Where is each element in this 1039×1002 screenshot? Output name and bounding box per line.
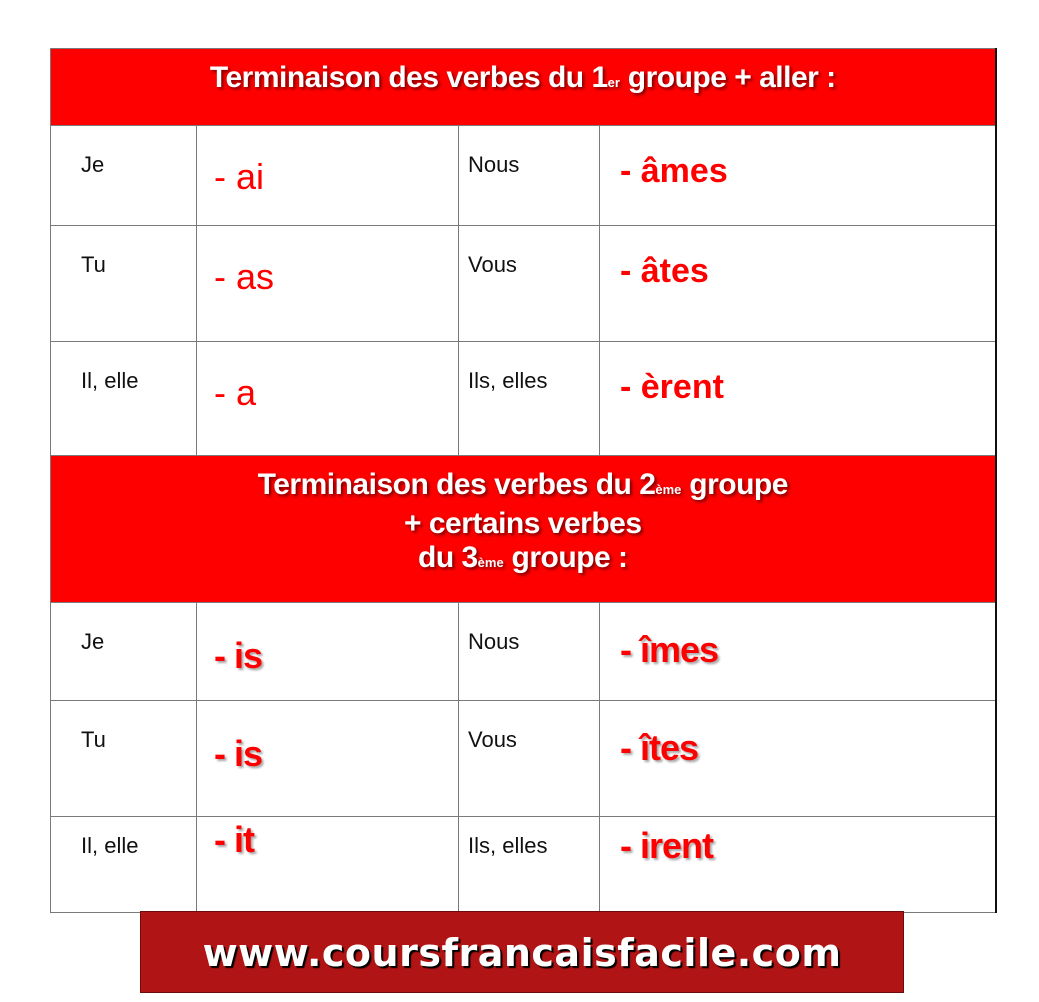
section2-line3-post: groupe : bbox=[503, 541, 628, 574]
section2-header: Terminaison des verbes du 2ème groupe + … bbox=[49, 455, 997, 603]
pronoun-cell: Tu bbox=[50, 225, 197, 342]
pronoun-label: Je bbox=[81, 152, 105, 177]
pronoun-label: Il, elle bbox=[81, 833, 139, 858]
section1-header: Terminaison des verbes du 1er groupe + a… bbox=[49, 48, 997, 126]
table-row: Je - is Nous - îmes bbox=[50, 602, 997, 701]
section2-title-line3: du 3ème groupe : bbox=[51, 541, 995, 580]
table-row: Je - ai Nous - âmes bbox=[50, 125, 997, 226]
section2-title-line1: Terminaison des verbes du 2ème groupe bbox=[51, 468, 995, 507]
section2-line3-pre: du 3 bbox=[418, 541, 478, 574]
ending-label: - âmes bbox=[620, 152, 728, 190]
ending-label: - ai bbox=[214, 156, 265, 197]
ending-cell: - âtes bbox=[598, 225, 997, 342]
pronoun-cell: Nous bbox=[458, 602, 600, 701]
pronoun-cell: Vous bbox=[458, 225, 600, 342]
ending-cell: - èrent bbox=[598, 341, 997, 456]
pronoun-cell: Ils, elles bbox=[458, 816, 600, 913]
pronoun-label: Je bbox=[81, 629, 105, 654]
ending-label: - âtes bbox=[620, 252, 709, 290]
ending-cell: - a bbox=[196, 341, 459, 456]
pronoun-cell: Je bbox=[50, 125, 197, 226]
ending-cell: - is bbox=[196, 700, 459, 817]
ending-label: - îtes bbox=[620, 727, 699, 768]
section1-title-post: groupe + aller : bbox=[619, 61, 836, 94]
pronoun-cell: Il, elle bbox=[50, 816, 197, 913]
ending-label: - as bbox=[214, 256, 275, 297]
pronoun-label: Tu bbox=[81, 727, 106, 752]
section2-header-row: Terminaison des verbes du 2ème groupe + … bbox=[49, 455, 997, 603]
ending-label: - a bbox=[214, 372, 257, 413]
pronoun-cell: Nous bbox=[458, 125, 600, 226]
pronoun-label: Vous bbox=[468, 727, 517, 752]
ending-label: - is bbox=[214, 733, 263, 774]
section1-header-row: Terminaison des verbes du 1er groupe + a… bbox=[49, 48, 997, 126]
pronoun-label: Tu bbox=[81, 252, 106, 277]
pronoun-label: Il, elle bbox=[81, 368, 139, 393]
pronoun-cell: Ils, elles bbox=[458, 341, 600, 456]
ending-cell: - it bbox=[196, 816, 459, 913]
pronoun-label: Nous bbox=[468, 629, 520, 654]
table-row: Il, elle - a Ils, elles - èrent bbox=[50, 341, 997, 456]
conjugation-table: Terminaison des verbes du 1er groupe + a… bbox=[49, 48, 997, 913]
pronoun-cell: Tu bbox=[50, 700, 197, 817]
section2-line1-sup: ème bbox=[655, 482, 682, 497]
ending-cell: - as bbox=[196, 225, 459, 342]
section2-title-line2: + certains verbes bbox=[404, 507, 642, 540]
section1-title-pre: Terminaison des verbes du 1 bbox=[209, 61, 608, 94]
table-row: Il, elle - it Ils, elles - irent bbox=[50, 816, 997, 913]
ending-cell: - is bbox=[196, 602, 459, 701]
ending-cell: - îtes bbox=[598, 700, 997, 817]
ending-cell: - ai bbox=[196, 125, 459, 226]
ending-cell: - irent bbox=[598, 816, 997, 913]
ending-label: - it bbox=[214, 819, 255, 860]
ending-cell: - âmes bbox=[598, 125, 997, 226]
section2-line1-post: groupe bbox=[681, 468, 788, 501]
section1-title-sup: er bbox=[607, 75, 620, 90]
table-row: Tu - is Vous - îtes bbox=[50, 700, 997, 817]
pronoun-label: Ils, elles bbox=[468, 833, 548, 858]
pronoun-cell: Vous bbox=[458, 700, 600, 817]
section2-line1-pre: Terminaison des verbes du 2 bbox=[257, 468, 656, 501]
table-row: Tu - as Vous - âtes bbox=[50, 225, 997, 342]
ending-cell: - îmes bbox=[598, 602, 997, 701]
pronoun-label: Vous bbox=[468, 252, 517, 277]
pronoun-cell: Il, elle bbox=[50, 341, 197, 456]
pronoun-label: Ils, elles bbox=[468, 368, 548, 393]
website-link[interactable]: www.coursfrancaisfacile.com bbox=[203, 931, 842, 975]
ending-label: - îmes bbox=[620, 629, 719, 670]
ending-label: - is bbox=[214, 635, 263, 676]
pronoun-cell: Je bbox=[50, 602, 197, 701]
section2-line3-sup: ème bbox=[477, 555, 504, 570]
ending-label: - irent bbox=[620, 825, 714, 866]
ending-label: - èrent bbox=[620, 368, 724, 406]
pronoun-label: Nous bbox=[468, 152, 520, 177]
website-banner[interactable]: www.coursfrancaisfacile.com bbox=[140, 911, 904, 993]
